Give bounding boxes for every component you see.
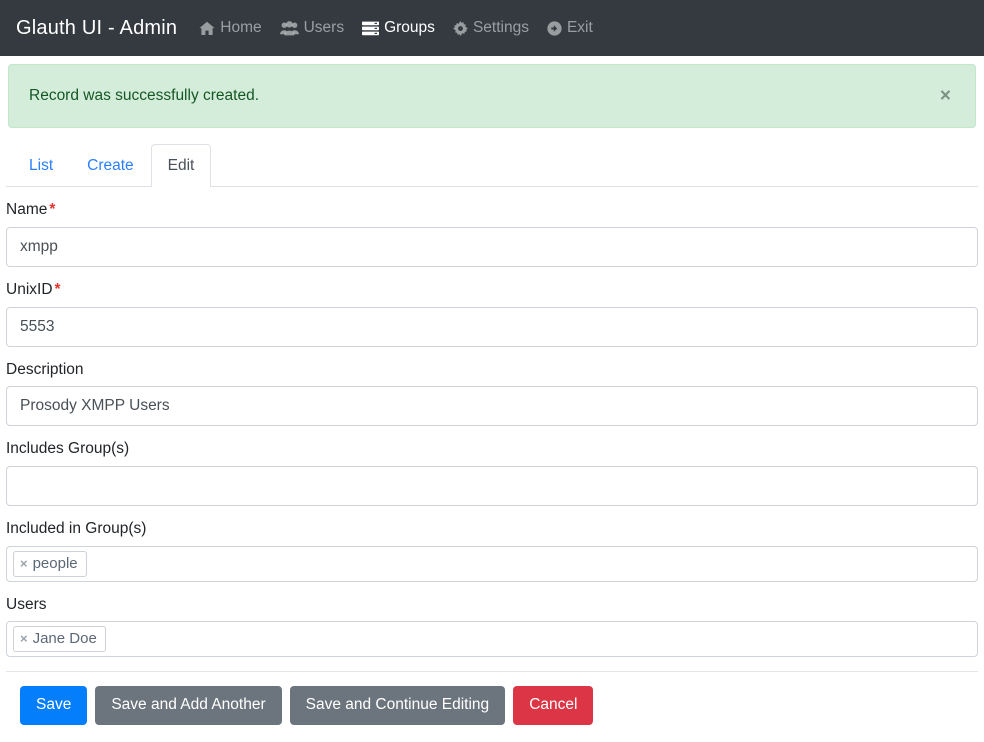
included-in-groups-label: Included in Group(s) [6, 520, 147, 537]
tab-create[interactable]: Create [70, 144, 151, 187]
users-label: Users [6, 595, 47, 613]
form-tabs: List Create Edit [6, 144, 978, 188]
navbar-brand[interactable]: Glauth UI - Admin [16, 17, 177, 40]
save-and-add-another-button[interactable]: Save and Add Another [95, 686, 282, 726]
tag-remove-icon[interactable]: × [20, 632, 28, 645]
home-icon [199, 21, 215, 36]
field-group-description: Description [6, 359, 978, 427]
nav-item-users-label: Users [303, 19, 345, 36]
tag-chip[interactable]: × Jane Doe [13, 626, 106, 653]
name-label: Name * [6, 199, 978, 221]
top-navbar: Glauth UI - Admin Home Users Groups Sett… [0, 0, 984, 56]
field-group-unixid: UnixID * [6, 279, 978, 347]
description-label: Description [6, 360, 84, 378]
nav-item-groups[interactable]: Groups [362, 19, 435, 37]
gear-icon [452, 20, 468, 36]
nav-item-exit[interactable]: Exit [547, 19, 593, 37]
nav-item-home-label: Home [220, 19, 262, 36]
unixid-input[interactable] [6, 306, 978, 347]
cancel-button[interactable]: Cancel [513, 686, 594, 726]
field-group-included-in-groups: Included in Group(s) × people [6, 518, 978, 582]
tag-label: people [32, 554, 78, 572]
name-label-text: Name [6, 201, 48, 219]
field-group-users: Users × Jane Doe [6, 594, 978, 658]
nav-item-groups-label: Groups [384, 19, 435, 36]
tab-edit[interactable]: Edit [150, 144, 212, 188]
navbar-links: Home Users Groups Settings Exit [199, 19, 593, 37]
name-input[interactable] [6, 226, 978, 267]
success-alert: Record was successfully created. × [8, 64, 976, 128]
close-icon[interactable]: × [936, 85, 955, 108]
includes-groups-label: Includes Group(s) [6, 440, 130, 458]
nav-item-exit-label: Exit [566, 19, 593, 36]
form-actions: Save Save and Add Another Save and Conti… [0, 672, 984, 726]
description-input[interactable] [6, 386, 978, 427]
arrow-circle-right-icon [547, 20, 562, 36]
nav-item-home[interactable]: Home [199, 19, 262, 37]
server-stack-icon [362, 21, 380, 36]
unixid-label-text: UnixID [6, 280, 53, 298]
included-in-groups-tag-field[interactable]: × people [6, 545, 978, 582]
group-edit-form: Name* UnixID* Description Includes Group… [0, 187, 984, 658]
save-button[interactable]: Save [20, 686, 88, 726]
tag-remove-icon[interactable]: × [20, 557, 28, 570]
nav-item-users[interactable]: Users [279, 19, 345, 37]
unixid-label: UnixID * [6, 279, 978, 301]
field-group-includes-groups: Includes Group(s) [6, 438, 978, 506]
nav-item-settings-label: Settings [472, 19, 529, 36]
nav-item-settings[interactable]: Settings [452, 19, 529, 37]
field-group-name: Name * [6, 199, 978, 267]
tag-label: Jane Doe [32, 630, 97, 648]
users-tag-field[interactable]: × Jane Doe [6, 621, 978, 658]
name-required-mark: * [49, 201, 56, 219]
includes-groups-input[interactable] [6, 466, 978, 506]
save-and-continue-editing-button[interactable]: Save and Continue Editing [289, 686, 506, 726]
alert-message: Record was successfully created. [29, 87, 260, 104]
users-icon [279, 20, 299, 36]
tag-chip[interactable]: × people [13, 550, 87, 577]
unixid-required-mark: * [54, 280, 61, 298]
tab-list[interactable]: List [12, 144, 70, 187]
